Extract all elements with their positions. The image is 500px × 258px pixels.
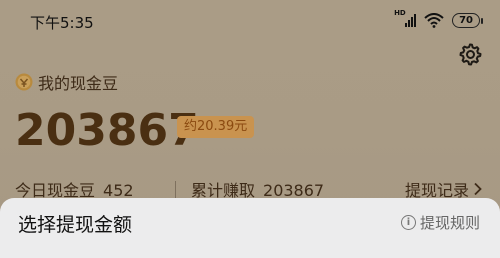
balance-title-label: 我的现金豆 <box>38 74 119 93</box>
battery-icon: 70 <box>452 12 483 28</box>
balance-amount: 203867 <box>15 105 199 156</box>
signal-icon: HD <box>394 9 417 28</box>
withdraw-rules-link[interactable]: i 提现规则 <box>400 212 480 233</box>
stats-divider <box>175 181 176 199</box>
withdraw-rules-label: 提现规则 <box>419 214 480 232</box>
gear-icon[interactable] <box>458 42 482 66</box>
chevron-right-icon <box>474 182 482 196</box>
info-icon: i <box>400 215 416 230</box>
balance-title: 我的现金豆 <box>15 70 118 94</box>
coin-icon <box>15 73 33 91</box>
wifi-icon <box>424 12 444 28</box>
sheet-title: 选择提现金额 <box>18 214 133 236</box>
status-time: 下午5:35 <box>30 14 94 32</box>
battery-level: 70 <box>459 14 473 26</box>
status-icons: HD 70 <box>394 9 483 28</box>
status-bar: 下午5:35 HD 70 <box>0 0 500 40</box>
network-type: HD <box>394 9 406 17</box>
approx-value-badge: 约20.39元 <box>177 116 255 138</box>
withdraw-amount-sheet: 选择提现金额 i 提现规则 <box>0 198 500 258</box>
